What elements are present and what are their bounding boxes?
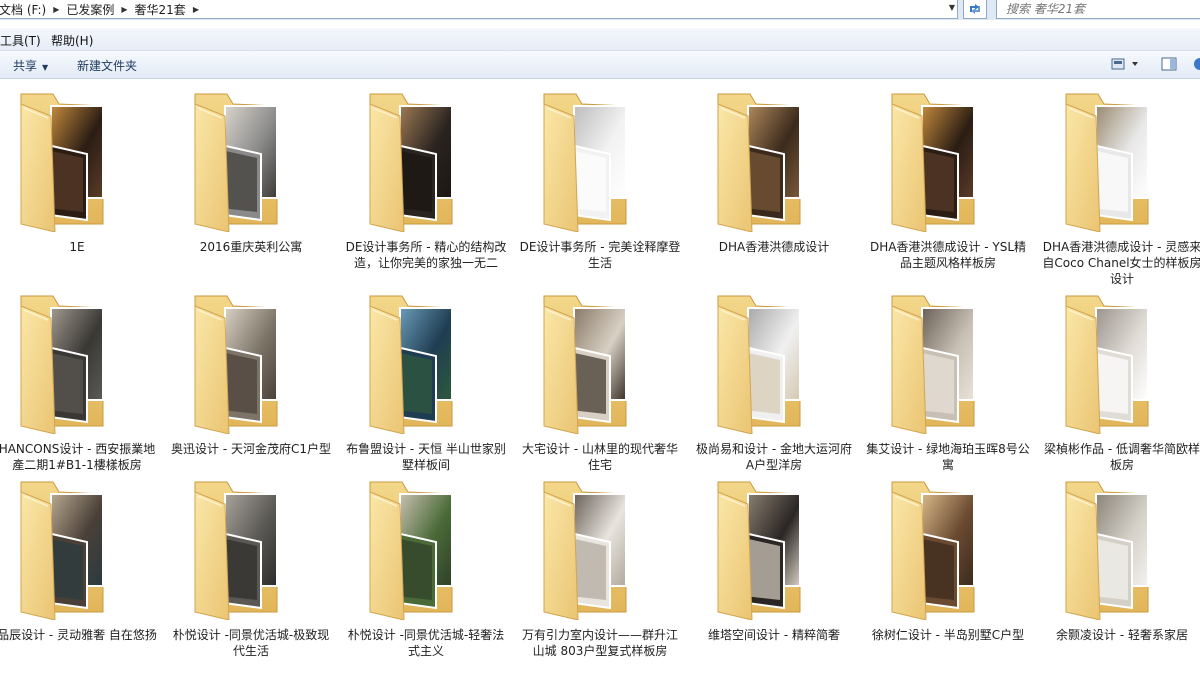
folder-name: DE设计事务所 - 精心的结构改造，让你完美的家独一无二	[345, 240, 507, 270]
folder-name: 1E	[69, 240, 85, 254]
file-list: 1E 2016重庆英利公寓 DE设计事务所 - 精心的结构改造，让你完美的家独一无二…	[0, 79, 1200, 675]
folder-icon	[717, 481, 801, 620]
folder-icon	[20, 481, 104, 620]
help-icon	[1194, 58, 1200, 70]
search-input[interactable]	[1006, 2, 1186, 16]
folder-icon	[891, 93, 975, 232]
folder-name: 万有引力室内设计——群升江山城 803户型复式样板房	[521, 628, 678, 658]
chevron-down-icon: ▼	[42, 63, 49, 72]
folder-icon	[369, 481, 453, 620]
refresh-icon	[970, 4, 980, 14]
breadcrumb-arrow-icon[interactable]: ▶	[53, 5, 59, 14]
folder-icon	[194, 93, 278, 232]
folder-icon	[20, 295, 104, 434]
refresh-button[interactable]	[963, 0, 987, 19]
folder-icon	[1065, 481, 1149, 620]
folder-name: 极尚易和设计 - 金地大运河府A户型洋房	[696, 442, 852, 472]
breadcrumb-current[interactable]: 奢华21套	[135, 1, 186, 18]
folder-name: 2016重庆英利公寓	[199, 240, 303, 254]
search-box[interactable]	[996, 0, 1200, 19]
preview-pane-button[interactable]	[1161, 57, 1177, 74]
folder-name: 梁楨彬作品 - 低调奢华简欧样板房	[1044, 442, 1200, 472]
folder-icon	[1065, 93, 1149, 232]
folder-icon	[543, 295, 627, 434]
folder-name: 布鲁盟设计 - 天恒 半山世家别墅样板间	[346, 442, 506, 472]
folder-name: 集艾设计 - 绿地海珀玉晖8号公寓	[866, 442, 1030, 472]
folder-icon	[194, 295, 278, 434]
folder-name: 朴悦设计 -同景优活城-轻奢法式主义	[347, 628, 505, 658]
folder-name: DHA香港洪德成设计 - 灵感来自Coco Chanel女士的样板房设计	[1042, 240, 1200, 286]
folder-icon	[717, 93, 801, 232]
folder-name: 大宅设计 - 山林里的现代奢华住宅	[522, 442, 678, 472]
new-folder-button[interactable]: 新建文件夹	[77, 57, 137, 74]
folder-icon	[369, 93, 453, 232]
breadcrumb-arrow-icon[interactable]: ▶	[193, 5, 199, 14]
folder-name: DE设计事务所 - 完美诠释摩登生活	[519, 240, 681, 270]
folder-name: 余颢凌设计 - 轻奢系家居	[1056, 628, 1188, 642]
breadcrumb-folder[interactable]: 已发案例	[66, 1, 114, 18]
folder-icon	[717, 295, 801, 434]
folder-icon	[194, 481, 278, 620]
help-button[interactable]	[1193, 57, 1200, 74]
share-label: 共享	[13, 59, 38, 73]
folder-name: 品辰设计 - 灵动雅奢 自在悠扬	[0, 628, 157, 642]
folder-name: DHA香港洪德成设计 - YSL精品主题风格样板房	[869, 240, 1027, 270]
folder-name: 徐树仁设计 - 半岛别墅C户型	[871, 628, 1025, 642]
folder-icon	[543, 481, 627, 620]
folder-icon	[891, 295, 975, 434]
folder-name: DHA香港洪德成设计	[718, 240, 830, 254]
folder-name: 维塔空间设计 - 精粹简奢	[708, 628, 840, 642]
menu-help[interactable]: 帮助(H)	[51, 32, 93, 49]
address-bar-row: 文档 (F:) ▶ 已发案例 ▶ 奢华21套 ▶ ▼	[0, 0, 1200, 20]
change-view-button[interactable]	[1111, 57, 1141, 74]
folder-name: HANCONS设计 - 西安振業地產二期1#B1-1樓樣板房	[0, 442, 156, 472]
folder-name: 朴悦设计 -同景优活城-极致现代生活	[172, 628, 330, 658]
breadcrumb-drive[interactable]: 文档 (F:)	[0, 1, 46, 18]
folder-icon	[1065, 295, 1149, 434]
view-icon	[1111, 58, 1138, 70]
folder-icon	[20, 93, 104, 232]
breadcrumb-arrow-icon[interactable]: ▶	[121, 5, 127, 14]
menu-tools[interactable]: 工具(T)	[0, 32, 41, 49]
address-bar[interactable]: 文档 (F:) ▶ 已发案例 ▶ 奢华21套 ▶ ▼	[0, 0, 958, 19]
folder-icon	[369, 295, 453, 434]
command-bar: 共享 ▼ 新建文件夹	[0, 51, 1200, 79]
address-history-dropdown-icon[interactable]: ▼	[949, 3, 955, 12]
preview-pane-icon	[1161, 57, 1177, 71]
folder-icon	[543, 93, 627, 232]
folder-icon	[891, 481, 975, 620]
menu-bar: 工具(T) 帮助(H)	[0, 28, 1200, 51]
share-button[interactable]: 共享 ▼	[13, 57, 48, 74]
folder-name: 奥迅设计 - 天河金茂府C1户型	[171, 442, 331, 456]
